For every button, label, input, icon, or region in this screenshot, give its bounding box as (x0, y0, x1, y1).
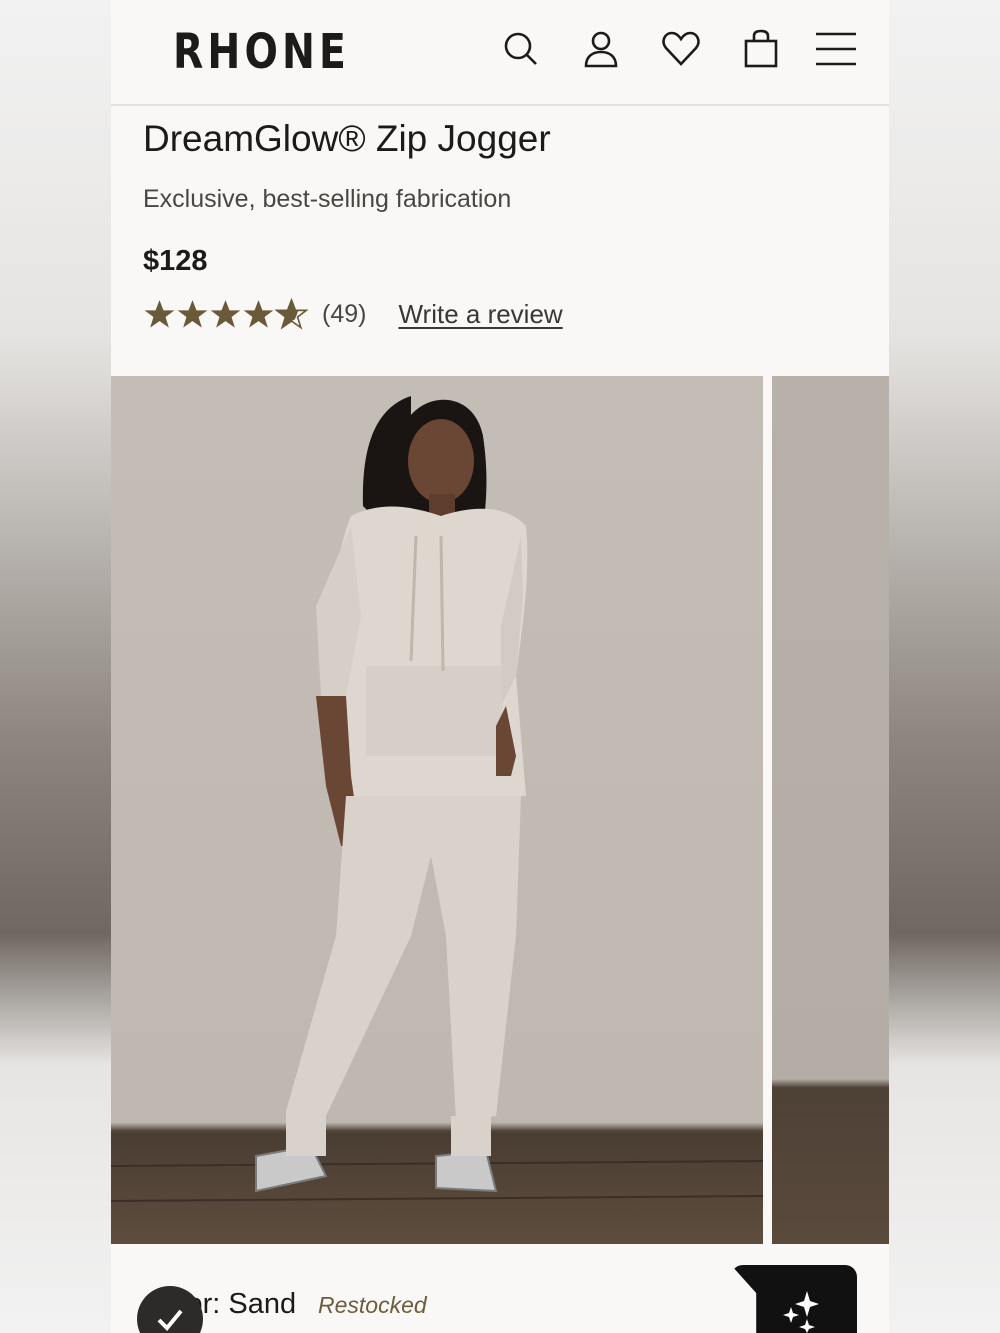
product-title: DreamGlow® Zip Jogger (143, 118, 551, 159)
star-icon (144, 299, 175, 328)
star-icon (177, 299, 208, 328)
right-backdrop (889, 0, 1000, 1333)
model-next-photo[interactable] (772, 376, 889, 1244)
checkmark-icon (157, 1309, 183, 1331)
star-rating[interactable] (143, 297, 308, 331)
rating-row: (49) Write a review (143, 296, 563, 332)
color-selector-row: Color: Sand Restocked (111, 1262, 889, 1333)
product-gallery[interactable] (111, 376, 889, 1244)
account-button[interactable] (578, 26, 624, 72)
sparkle-icon (783, 1291, 819, 1333)
ai-assistant-button[interactable] (731, 1265, 857, 1333)
brand-logo[interactable]: RHONE (173, 24, 350, 80)
menu-icon (816, 32, 856, 66)
write-review-link[interactable]: Write a review (398, 299, 562, 330)
menu-button[interactable] (813, 26, 859, 72)
cart-button[interactable] (738, 26, 784, 72)
shopping-bag-icon (744, 29, 778, 68)
wishlist-heart-icon (662, 31, 700, 66)
model-illustration (111, 396, 763, 1244)
mobile-page: RHONE DreamGlow® Zip Jogger Exclusive, b… (111, 0, 889, 1333)
left-backdrop (0, 0, 111, 1333)
model-front-photo[interactable] (111, 376, 763, 1244)
search-icon (504, 32, 537, 65)
product-subtitle: Exclusive, best-selling fabrication (143, 185, 512, 213)
half-star-icon (275, 297, 308, 330)
wishlist-button[interactable] (658, 26, 704, 72)
site-header: RHONE (111, 0, 889, 106)
star-icon (243, 299, 274, 328)
star-icon (210, 299, 241, 328)
search-button[interactable] (498, 26, 544, 72)
product-price: $128 (143, 245, 208, 277)
review-count[interactable]: (49) (322, 300, 366, 329)
account-icon (584, 31, 618, 68)
restocked-badge: Restocked (318, 1292, 427, 1318)
